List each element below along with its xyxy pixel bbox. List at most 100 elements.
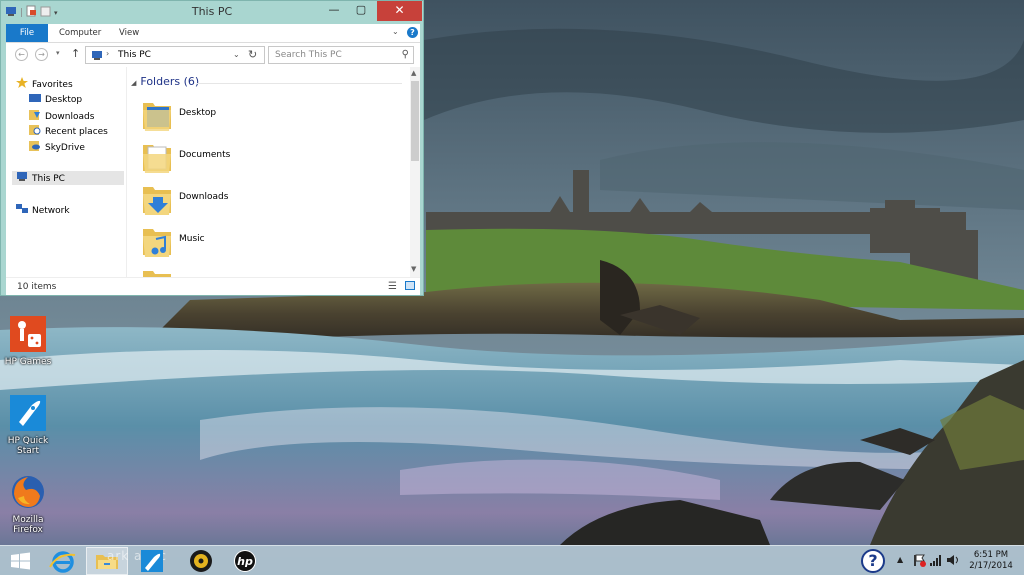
documents-folder-icon [143,145,171,173]
folder-music[interactable]: Music [141,223,401,261]
skydrive-icon [29,140,41,151]
hp-quick-start-icon [141,550,163,572]
up-arrow-icon[interactable]: ↑ [71,47,80,60]
help-support-icon[interactable]: ? [861,549,885,573]
taskbar-media-player[interactable] [180,547,222,575]
hp-games-icon [10,316,46,352]
back-button[interactable]: ← [15,48,28,61]
show-hidden-icons-chevron-up-icon[interactable]: ▲ [897,555,903,564]
desktop-icon-hp-quick-start[interactable]: HP Quick Start [0,395,56,456]
nav-item-skydrive[interactable]: SkyDrive [29,140,85,154]
new-folder-icon[interactable] [40,5,51,20]
large-icons-view-icon[interactable] [405,281,415,290]
nav-item-label: SkyDrive [45,143,85,153]
expand-ribbon-chevron-down-icon[interactable]: ⌄ [392,27,399,36]
qat-separator: | [20,7,24,18]
scroll-up-chevron-icon[interactable]: ▲ [411,69,416,77]
folder-documents[interactable]: Documents [141,139,401,177]
address-text: This PC [118,50,151,60]
nav-favorites-label: Favorites [32,80,73,90]
downloads-icon [29,109,41,120]
ribbon-tabs: File Computer View ⌄ ? [6,24,420,43]
folder-label: Downloads [179,192,229,202]
start-button[interactable] [0,547,42,575]
taskbar-internet-explorer[interactable] [42,547,84,575]
desktop-icon-label: Start [17,446,39,456]
minimize-button[interactable]: — [321,1,347,21]
action-center-flag-icon[interactable] [912,553,926,570]
tab-computer[interactable]: Computer [59,24,101,42]
nav-item-downloads[interactable]: Downloads [29,109,94,123]
nav-this-pc-label: This PC [32,174,65,184]
nav-favorites[interactable]: Favorites [16,77,73,91]
details-view-icon[interactable]: ☰ [388,281,397,292]
folder-partial[interactable] [141,265,401,277]
volume-speaker-icon[interactable] [946,553,960,570]
address-history-chevron-down-icon[interactable]: ⌄ [233,50,240,59]
folder-desktop[interactable]: Desktop [141,97,401,135]
taskbar-hp-support[interactable]: hp [224,547,266,575]
desktop-folder-icon [143,103,171,131]
group-header-label: Folders (6) [140,75,200,88]
network-icon [16,203,28,213]
explorer-app-icon[interactable] [5,6,17,20]
help-icon[interactable]: ? [407,27,418,38]
nav-item-label: Recent places [45,127,108,137]
breadcrumb-chevron-right-icon[interactable]: › [106,49,109,58]
desktop-icon-mozilla-firefox[interactable]: Mozilla Firefox [0,474,56,535]
windows-logo-icon [11,552,30,570]
nav-network[interactable]: Network [16,203,70,217]
media-player-icon [190,550,212,572]
recent-places-icon [29,124,41,135]
system-clock[interactable]: 6:51 PM 2/17/2014 [966,550,1016,572]
close-button[interactable]: ✕ [377,1,422,21]
taskbar-hp-quick-start[interactable] [130,547,172,575]
firefox-icon [12,476,44,508]
maximize-button[interactable]: ▢ [348,1,374,21]
network-signal-icon[interactable] [929,553,943,570]
downloads-folder-icon [143,187,171,215]
tab-file[interactable]: File [6,24,48,42]
hp-logo-icon: hp [234,550,256,572]
tab-view[interactable]: View [119,24,139,42]
recent-locations-chevron-down-icon[interactable]: ▾ [56,49,60,57]
scroll-down-chevron-icon[interactable]: ▼ [411,265,416,273]
navigation-bar: ← → ▾ ↑ › This PC ⌄ ↻ Search This PC ⚲ [6,43,420,67]
title-bar[interactable]: | ▾ This PC — ▢ ✕ [1,1,423,24]
search-input[interactable]: Search This PC ⚲ [268,46,414,64]
nav-item-label: Downloads [45,112,95,122]
nav-item-desktop[interactable]: Desktop [29,93,82,107]
scroll-thumb[interactable] [411,81,419,161]
nav-network-label: Network [32,206,70,216]
status-bar: 10 items ☰ [6,277,420,295]
nav-item-recent-places[interactable]: Recent places [29,124,108,138]
collapse-triangle-icon[interactable]: ◢ [131,79,136,87]
file-explorer-window: | ▾ This PC — ▢ ✕ File Computer View ⌄ ?… [0,0,424,296]
folder-label: Desktop [179,108,217,118]
properties-icon[interactable] [26,5,37,20]
folder-icon [143,271,171,277]
desktop-icon-label: HP Games [4,357,52,367]
taskbar: ark allac hp ? ▲ 6:51 PM 2/17/2014 [0,545,1024,575]
internet-explorer-icon [49,551,76,573]
vertical-scrollbar[interactable]: ▲ ▼ [410,67,420,277]
folder-label: Music [179,234,205,244]
folder-label: Documents [179,150,231,160]
group-divider [197,83,402,84]
item-count: 10 items [17,282,57,292]
refresh-icon[interactable]: ↻ [248,48,257,61]
clock-date: 2/17/2014 [969,561,1013,571]
address-bar[interactable]: › This PC ⌄ ↻ [85,46,265,64]
navigation-pane: Favorites Desktop Downloads Recent place… [6,67,127,277]
desktop-icon-label: Mozilla [12,515,44,525]
forward-button[interactable]: → [35,48,48,61]
file-list: ◢ Folders (6) Desktop Documents Download… [127,67,410,277]
explorer-panes: Favorites Desktop Downloads Recent place… [6,67,420,277]
star-icon [16,77,28,88]
desktop-icon-hp-games[interactable]: HP Games [0,316,56,367]
nav-this-pc[interactable]: This PC [12,171,124,185]
customize-qat-chevron-down-icon[interactable]: ▾ [54,9,58,17]
folder-downloads[interactable]: Downloads [141,181,401,219]
group-header-folders[interactable]: ◢ Folders (6) [131,75,199,88]
hp-quick-start-icon [10,395,46,431]
